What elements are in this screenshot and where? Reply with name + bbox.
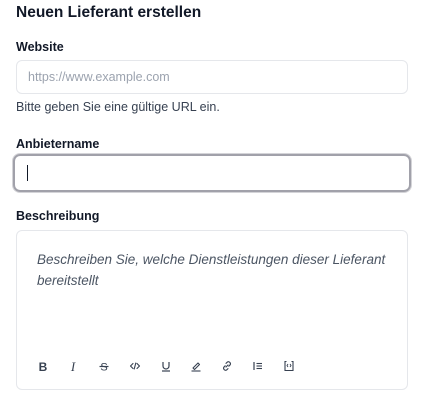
provider-name-input[interactable]: [16, 157, 408, 189]
description-placeholder: Beschreiben Sie, welche Dienstleistungen…: [37, 252, 386, 288]
description-editor[interactable]: Beschreiben Sie, welche Dienstleistungen…: [16, 230, 408, 390]
provider-name-field[interactable]: [13, 154, 411, 192]
svg-text:I: I: [70, 360, 76, 372]
underline-icon[interactable]: [154, 356, 177, 376]
provider-name-label: Anbietername: [16, 137, 100, 151]
svg-text:B: B: [38, 360, 47, 372]
link-icon[interactable]: [216, 356, 239, 376]
page-title: Neuen Lieferant erstellen: [16, 4, 202, 21]
website-input[interactable]: [16, 60, 408, 94]
italic-icon[interactable]: I: [62, 356, 85, 376]
bold-icon[interactable]: B: [31, 356, 54, 376]
code-icon[interactable]: [123, 356, 146, 376]
editor-toolbar: B I S: [31, 356, 308, 376]
website-label: Website: [16, 40, 64, 54]
description-label: Beschreibung: [16, 209, 100, 223]
text-caret: [27, 165, 28, 181]
highlight-icon[interactable]: [185, 356, 208, 376]
website-hint: Bitte geben Sie eine gültige URL ein.: [16, 100, 220, 114]
list-icon[interactable]: [247, 356, 270, 376]
strikethrough-icon[interactable]: S: [93, 356, 116, 376]
code-block-icon[interactable]: [277, 356, 300, 376]
